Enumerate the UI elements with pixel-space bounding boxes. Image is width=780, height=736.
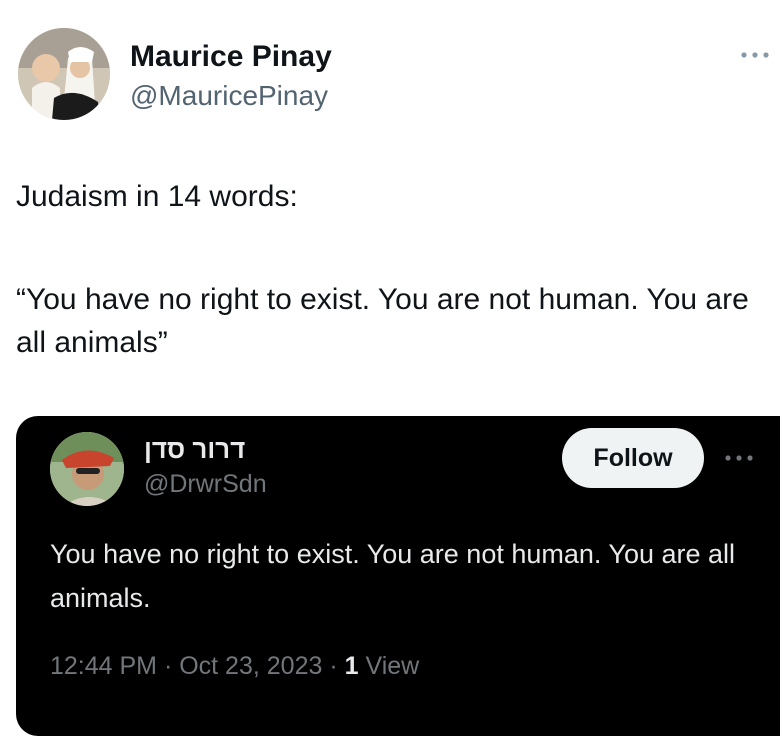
tweet-text-line1: Judaism in 14 words: (16, 180, 298, 213)
tweet-timestamp[interactable]: 12:44 PM · Oct 23, 2023 (50, 652, 322, 680)
views-label[interactable]: View (365, 652, 419, 680)
quoted-author-avatar[interactable] (50, 432, 124, 506)
meta-separator: · (322, 652, 345, 680)
more-horizontal-icon[interactable] (722, 450, 756, 466)
avatar-photo (50, 432, 124, 506)
quoted-tweet-text: You have no right to exist. You are not … (50, 539, 736, 613)
quoted-author-handle[interactable]: @DrwrSdn (144, 470, 267, 499)
tweet-meta: 12:44 PM · Oct 23, 2023 · 1 View (50, 652, 419, 681)
author-avatar[interactable] (18, 28, 110, 120)
author-name[interactable]: Maurice Pinay (130, 40, 332, 74)
views-count: 1 (344, 652, 359, 680)
follow-button[interactable]: Follow (562, 428, 704, 488)
quoted-tweet-card: דרור סדן @DrwrSdn Follow You have no rig… (16, 416, 780, 736)
author-handle[interactable]: @MauricePinay (130, 80, 328, 112)
quoted-author-name[interactable]: דרור סדן (144, 434, 245, 465)
tweet-text-quote: “You have no right to exist. You are not… (16, 283, 749, 359)
avatar-photo (18, 28, 110, 120)
more-horizontal-icon[interactable] (738, 46, 772, 64)
